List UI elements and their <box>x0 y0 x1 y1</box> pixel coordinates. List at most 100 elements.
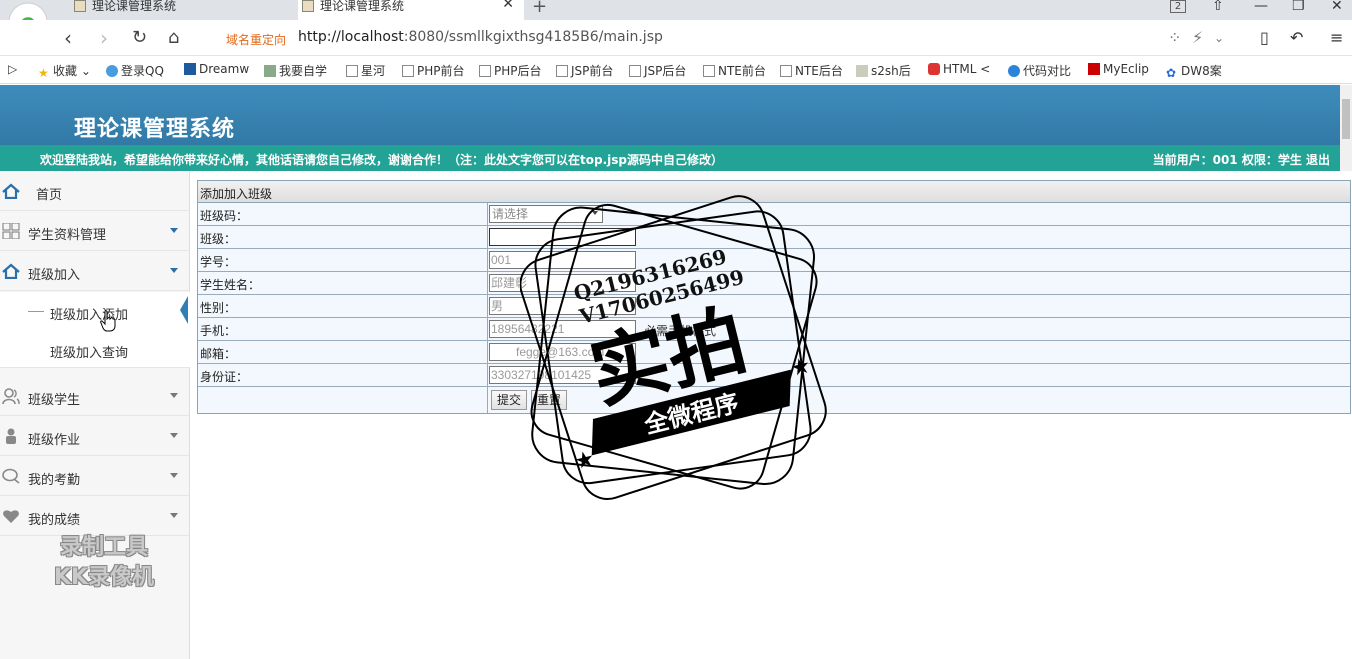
bookmarks-bar: ▷ ★ 收藏 ⌄ 登录QQ Dreamw 我要自学 星河 PHP前台 PHP后台 … <box>0 57 1352 84</box>
scrollbar-thumb[interactable] <box>1342 99 1350 139</box>
address-bar: ‹ › ↻ ⌂ 域名重定向 http://localhost:8080/ssml… <box>0 20 1352 56</box>
add-class-join-form: 添加加入班级 班级码： 请选择 班级： 学号： 001 学生姓名： 邱建彰 性别… <box>197 180 1351 414</box>
tab-title: 理论课管理系统 <box>320 0 405 13</box>
user-icon <box>6 428 16 444</box>
sidebar-item-my-grades[interactable]: 我的成绩 <box>0 496 190 536</box>
student-name-input[interactable]: 邱建彰 <box>489 274 636 292</box>
pin-icon[interactable]: ⇧ <box>1212 0 1224 14</box>
new-tab-icon[interactable]: + <box>532 0 547 17</box>
class-code-select[interactable]: 请选择 <box>489 205 603 223</box>
bookmark-item[interactable]: s2sh后 <box>856 62 911 79</box>
page-icon <box>479 65 491 77</box>
sidebar-subitem-class-join-query[interactable]: 班级加入查询 <box>0 330 190 368</box>
field-label: 手机： <box>200 324 237 338</box>
sidebar-subitem-class-join-add[interactable]: 班级加入添加 <box>0 292 190 330</box>
url-path: :8080/ssmllkgixthsg4185B6/main.jsp <box>403 29 663 45</box>
bookmark-item[interactable]: MyEclip <box>1088 62 1149 76</box>
email-input[interactable]: fegge@163.com <box>489 343 636 361</box>
sidebar-item-class-students[interactable]: 班级学生 <box>0 376 190 416</box>
browser-tab[interactable]: 理论课管理系统 <box>70 0 296 20</box>
lightning-icon[interactable]: ⚡ <box>1192 28 1203 47</box>
sidebar-item-class-join[interactable]: 班级加入 <box>0 251 190 291</box>
bookmark-item[interactable]: NTE前台 <box>703 62 766 79</box>
tab-count-badge[interactable]: 2 <box>1170 0 1186 13</box>
minimize-icon[interactable]: — <box>1254 0 1268 14</box>
bookmark-icon[interactable]: ▯ <box>1260 28 1269 47</box>
chevron-down-icon <box>170 473 178 478</box>
apps-grid-icon[interactable]: ⁘ <box>1168 28 1181 47</box>
compare-icon <box>1008 65 1020 77</box>
form-row-student-id: 学号： 001 <box>198 249 1350 272</box>
users-icon <box>2 388 20 404</box>
bookmark-item[interactable]: 登录QQ <box>106 62 164 79</box>
field-label: 班级码： <box>200 209 249 223</box>
field-label: 学生姓名： <box>200 278 261 292</box>
menu-icon[interactable]: ≡ <box>1330 28 1343 47</box>
close-tab-icon[interactable]: ✕ <box>502 0 514 11</box>
chevron-down-icon <box>170 268 178 273</box>
phone-format-hint: 必需手机格式 <box>644 324 717 338</box>
id-card-input[interactable]: 330327198101425 <box>489 366 636 384</box>
close-window-icon[interactable]: ✕ <box>1331 0 1343 14</box>
forward-icon[interactable]: › <box>100 26 108 50</box>
form-caption: 添加加入班级 <box>198 181 1350 203</box>
class-input[interactable] <box>489 228 636 246</box>
chevron-down-icon <box>170 393 178 398</box>
chevron-down-icon <box>170 513 178 518</box>
home-icon <box>2 263 20 279</box>
chevron-down-icon <box>170 228 178 233</box>
sidebar-toggle-icon[interactable]: ▷ <box>8 62 17 76</box>
sidebar-item-home[interactable]: 首页 <box>0 171 190 211</box>
bookmark-item[interactable]: 代码对比 <box>1008 62 1071 79</box>
bookmark-item[interactable]: HTML < <box>928 62 990 76</box>
refresh-icon[interactable]: ↻ <box>132 27 147 48</box>
grid-icon <box>2 223 20 239</box>
user-info[interactable]: 当前用户：001 权限：学生 退出 <box>1153 151 1330 168</box>
tree-line <box>28 311 44 312</box>
browser-tab-active[interactable]: 理论课管理系统 ✕ <box>298 0 524 20</box>
sidebar-item-student-profile[interactable]: 学生资料管理 <box>0 211 190 251</box>
undo-icon[interactable]: ↶ <box>1290 28 1303 47</box>
sidebar-item-class-homework[interactable]: 班级作业 <box>0 416 190 456</box>
url-field[interactable]: http://localhost:8080/ssmllkgixthsg4185B… <box>298 29 663 45</box>
bookmark-item[interactable]: 星河 <box>346 62 385 79</box>
bookmark-item[interactable]: NTE后台 <box>780 62 843 79</box>
page-icon <box>402 65 414 77</box>
field-label: 邮箱： <box>200 347 237 361</box>
myeclipse-icon <box>1088 63 1100 75</box>
divider <box>487 364 488 387</box>
chevron-down-icon[interactable]: ⌄ <box>1214 31 1224 45</box>
redirect-label[interactable]: 域名重定向 <box>226 31 286 48</box>
sidebar-item-my-attendance[interactable]: 我的考勤 <box>0 456 190 496</box>
sidebar: 首页 学生资料管理 班级加入 班级加入添加 班级加入查询 班级学生 班级作业 我… <box>0 171 190 659</box>
bookmark-item[interactable]: JSP前台 <box>556 62 613 79</box>
active-marker <box>180 296 188 324</box>
submit-button[interactable]: 提交 <box>491 390 528 410</box>
chat-icon <box>2 468 20 484</box>
bookmark-item[interactable]: ★ 收藏 ⌄ <box>38 62 91 80</box>
reset-button[interactable]: 重置 <box>531 390 568 410</box>
html-icon <box>928 63 940 75</box>
bookmark-item[interactable]: PHP前台 <box>402 62 465 79</box>
bookmark-item[interactable]: PHP后台 <box>479 62 542 79</box>
divider <box>487 341 488 364</box>
student-id-input[interactable]: 001 <box>489 251 636 269</box>
home-icon[interactable]: ⌂ <box>168 27 179 48</box>
chevron-down-icon <box>170 433 178 438</box>
restore-icon[interactable]: ❐ <box>1292 0 1305 14</box>
form-row-student-name: 学生姓名： 邱建彰 <box>198 272 1350 295</box>
page-icon <box>302 0 314 12</box>
back-icon[interactable]: ‹ <box>64 26 72 50</box>
bookmark-item[interactable]: 我要自学 <box>264 62 327 79</box>
bookmark-item[interactable]: ✿ DW8案 <box>1166 62 1222 80</box>
image-icon <box>856 65 868 77</box>
bookmark-item[interactable]: JSP后台 <box>629 62 686 79</box>
form-row-class: 班级： <box>198 226 1350 249</box>
scrollbar[interactable] <box>1340 85 1352 171</box>
paw-icon: ✿ <box>1166 66 1177 80</box>
field-label: 学号： <box>200 255 237 269</box>
field-label: 班级： <box>200 232 237 246</box>
gender-input[interactable]: 男 <box>489 297 636 315</box>
phone-input[interactable]: 18956482221 <box>489 320 636 338</box>
bookmark-item[interactable]: Dreamw <box>184 62 249 76</box>
